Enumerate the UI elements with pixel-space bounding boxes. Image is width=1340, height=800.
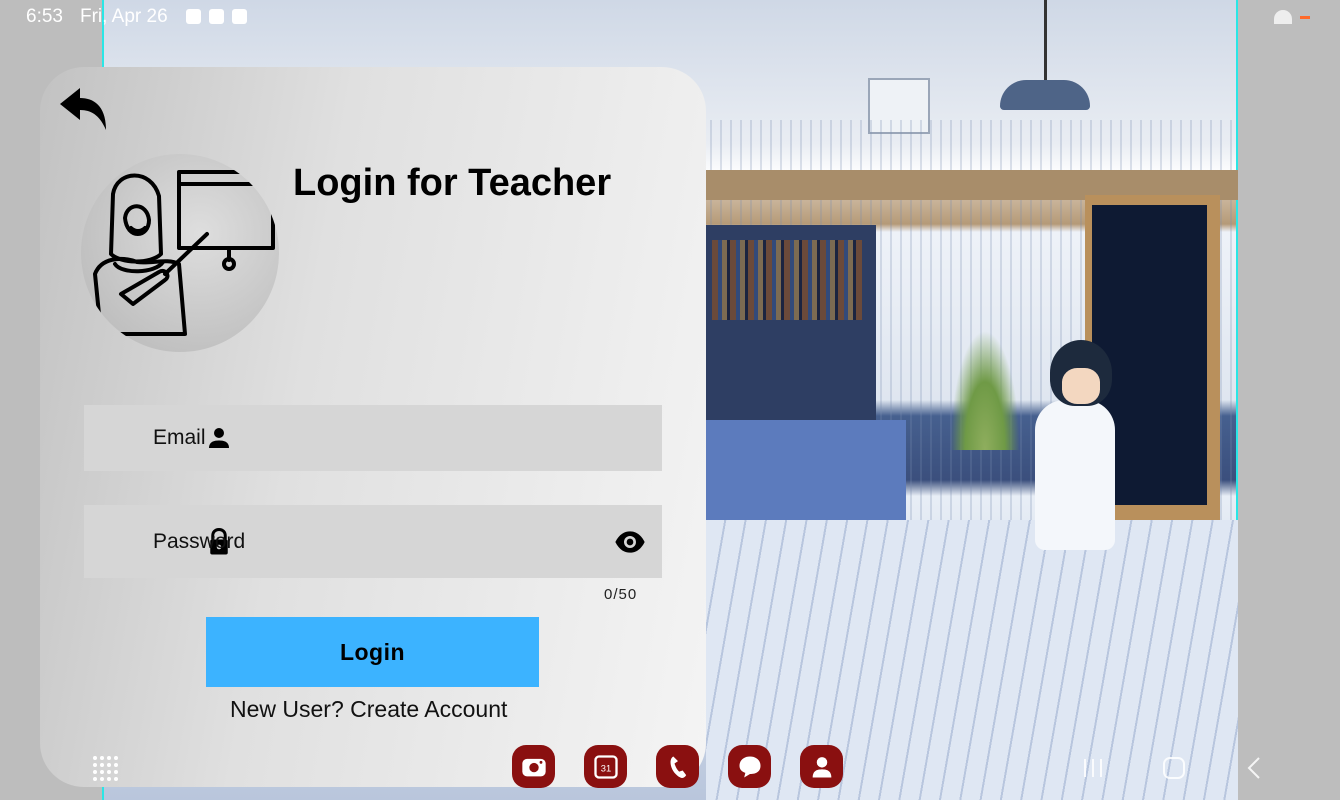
calendar-date-label: 31 [600,763,610,773]
password-placeholder: Password [153,529,246,553]
create-account-link[interactable]: New User? Create Account [230,696,507,723]
alert-icon [209,9,224,24]
wallpaper-lamp [1000,80,1090,110]
app-dock: 31 [512,745,843,788]
recents-button[interactable] [1080,756,1106,780]
status-date: Fri, Apr 26 [80,6,168,27]
toggle-password-visibility-button[interactable] [614,526,646,558]
apps-button[interactable] [92,755,118,781]
home-icon [1163,757,1185,779]
status-time: 6:53 [26,6,63,27]
back-button[interactable] [58,86,110,132]
phone-icon [670,756,686,778]
email-field[interactable]: Email [84,405,662,471]
back-icon [1247,757,1260,779]
wallpaper-person-face [1062,368,1100,404]
nav-back-button[interactable] [1243,756,1269,780]
wallpaper-person-body [1035,400,1115,550]
status-bar: 6:53 Fri, Apr 26 [0,0,1340,34]
camera-icon [521,758,546,776]
apps-grid-icon [93,756,118,781]
contacts-icon [812,756,831,777]
contacts-app-button[interactable] [800,745,843,788]
password-field[interactable]: Password [84,505,662,578]
page-title: Login for Teacher [293,162,612,204]
messages-icon [739,756,760,777]
recents-icon [1084,759,1102,777]
login-button[interactable]: Login [206,617,539,687]
camera-app-button[interactable] [512,745,555,788]
status-right [1274,10,1310,24]
password-char-counter: 0/50 [604,586,638,603]
teacher-avatar [81,154,279,352]
app-icon [232,9,247,24]
back-arrow-icon [60,88,106,130]
notification-icons [186,9,247,24]
wallpaper-plant [950,330,1020,450]
email-placeholder: Email [153,426,206,449]
wifi-icon [1274,10,1292,24]
calendar-icon: 31 [593,754,618,779]
gallery-icon [186,9,201,24]
wallpaper-books [712,240,862,320]
phone-app-button[interactable] [656,745,699,788]
person-icon [209,428,229,448]
calendar-app-button[interactable]: 31 [584,745,627,788]
eye-icon [615,530,645,553]
home-button[interactable] [1161,756,1187,780]
battery-icon [1300,15,1310,19]
teacher-icon [93,170,275,336]
messages-app-button[interactable] [728,745,771,788]
